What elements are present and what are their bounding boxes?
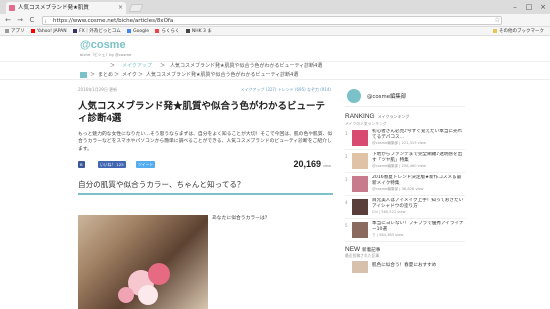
bookmark-star-icon[interactable]: ☆ — [494, 16, 500, 24]
nhk-icon — [185, 28, 190, 33]
photo-caption: あなたに似合うカラーは？ — [212, 216, 270, 221]
editor-card[interactable]: @cosme編集部 — [345, 87, 465, 107]
ranking-item[interactable]: 5 本当にヨレない！プチプラで優秀アイライナー10選 ク | 584,383 v… — [345, 219, 465, 242]
folder-icon — [493, 28, 497, 33]
article: 2016年1月29日 更新 メイクアップ (327) トレンド (695) なぞ… — [78, 87, 333, 196]
reload-button[interactable]: C — [27, 15, 37, 25]
nav-current: 人気コスメブランド発★肌質や似合う色がわかるビューティ診断4選 — [170, 63, 323, 69]
yahoo-icon — [30, 28, 35, 33]
site-header: @cosme biche（ビシェ）by @cosme — [0, 36, 550, 62]
crumb-matome[interactable]: まとめ — [98, 71, 113, 80]
article-photo — [78, 215, 208, 309]
ranking-thumbnail — [352, 199, 368, 215]
avatar — [347, 89, 361, 103]
url-text: https://www.cosme.net/biche/articles/8xO… — [53, 18, 174, 24]
info-icon[interactable]: i — [45, 18, 46, 26]
bookmark-google[interactable]: Google — [127, 27, 149, 36]
bookmark-rakuraku[interactable]: らくらく — [155, 27, 179, 36]
browser-tab[interactable]: 人気コスメブランド発★肌質 × — [6, 2, 126, 14]
crumb-current: 人気コスメブランド発★肌質や似合う色がわかるビューティ診断4選 — [146, 72, 299, 78]
nav-category-link[interactable]: メイクアップ — [122, 62, 152, 71]
facebook-like-button[interactable]: いいね！ 125 — [98, 161, 126, 169]
new-article-thumbnail — [352, 261, 368, 273]
other-bookmarks[interactable]: その他のブックマーク — [493, 27, 544, 36]
new-articles-subtitle: 最近投稿された記事 — [345, 253, 380, 258]
google-icon — [127, 28, 132, 33]
bookmark-yahoo[interactable]: Yahoo! JAPAN — [30, 27, 67, 36]
section-heading: 自分の肌質や似合うカラー、ちゃんと知ってる？ — [78, 179, 333, 196]
ranking-thumbnail — [352, 176, 368, 192]
share-row: B いいね！ 125 ツイート 20,169 view — [78, 159, 333, 171]
fx-icon — [73, 28, 78, 33]
ranking-item[interactable]: 2 下地からファンデまで完全網羅♪透明感を出す「ツヤ肌」特集 @cosme編集部… — [345, 150, 465, 173]
rakuraku-icon — [155, 28, 160, 33]
article-tags[interactable]: メイクアップ (327) トレンド (695) なぞ力 (914) — [240, 87, 331, 93]
apps-icon — [5, 28, 9, 33]
breadcrumb: ＞ まとめ ＞ メイク ＞ 人気コスメブランド発★肌質や似合う色がわかるビューテ… — [0, 71, 550, 80]
ranking-thumbnail — [352, 222, 368, 238]
bookmark-apps[interactable]: アプリ — [5, 27, 25, 36]
editor-name: @cosme編集部 — [367, 94, 407, 100]
ranking-item[interactable]: 1 初心者さん必見♪今すぐ覚えたい本当に売れてるデパコス… @cosme編集部 … — [345, 127, 465, 150]
sidebar: @cosme編集部 RANKING メイクランキング メイクの人気ランキング 1 … — [345, 87, 465, 273]
article-meta: 2016年1月29日 更新 メイクアップ (327) トレンド (695) なぞ… — [78, 87, 333, 94]
article-title: 人気コスメブランド発★肌質や似合う色がわかるビューティ診断4選 — [78, 101, 326, 124]
category-nav: ＞ メイクアップ ＞ 人気コスメブランド発★肌質や似合う色がわかるビューティ診断… — [0, 62, 550, 71]
tab-title: 人気コスメブランド発★肌質 — [18, 5, 89, 11]
maximize-button[interactable]: □ — [522, 0, 536, 14]
hatena-button[interactable]: B — [78, 161, 85, 169]
new-articles-heading: NEW 新着記事 — [345, 246, 381, 253]
crumb-sep: ＞ — [114, 72, 120, 78]
ranking-thumbnail — [352, 130, 368, 146]
new-tab-button[interactable] — [128, 4, 144, 12]
address-bar-row: ← → C i https://www.cosme.net/biche/arti… — [0, 14, 550, 27]
nav-sep: ＞ — [110, 63, 116, 69]
article-date: 2016年1月29日 更新 — [78, 87, 118, 92]
new-article-item[interactable]: 肌色に似合う！春夏におすすめ — [345, 261, 465, 273]
tweet-button[interactable]: ツイート — [136, 161, 156, 169]
browser-tab-strip: 人気コスメブランド発★肌質 × – □ × — [0, 0, 550, 14]
crumb-make[interactable]: メイク — [122, 71, 137, 80]
url-input[interactable]: i https://www.cosme.net/biche/articles/8… — [42, 16, 502, 25]
home-icon[interactable] — [80, 72, 87, 78]
nav-sep: ＞ — [160, 63, 166, 69]
minimize-button[interactable]: – — [508, 0, 522, 14]
back-button[interactable]: ← — [3, 15, 13, 25]
cosme-logo[interactable]: @cosme — [80, 39, 126, 51]
ranking-heading: RANKING メイクランキング — [345, 113, 410, 120]
close-window-button[interactable]: × — [536, 0, 550, 14]
view-count: 20,169 view — [293, 159, 331, 170]
ranking-item[interactable]: 4 目元美人はアイメイク上手！知っておきたいアイシャドウの塗り方 Chi | 5… — [345, 196, 465, 219]
tab-close-icon[interactable]: × — [118, 2, 123, 14]
logo-subtitle: biche（ビシェ）by @cosme — [80, 52, 132, 57]
forward-button[interactable]: → — [15, 15, 25, 25]
favicon-icon — [9, 5, 15, 11]
bookmark-fx[interactable]: FX｜外為どっとコム — [73, 27, 121, 36]
bookmarks-bar: アプリ Yahoo! JAPAN FX｜外為どっとコム Google らくらく … — [0, 27, 550, 36]
article-lead: もっと魅力的な女性になりたい…そう思うならまずは、自分をよく知ることが大切！そこ… — [78, 132, 333, 152]
ranking-item[interactable]: 3 2016春夏トレンド決定版★新作コスメ＆最新メイク特集 @cosme編集部 … — [345, 173, 465, 196]
crumb-sep: ＞ — [138, 72, 144, 78]
ranking-thumbnail — [352, 153, 368, 169]
crumb-sep: ＞ — [90, 72, 96, 78]
bookmark-nhk[interactable]: NHK 3 ま — [185, 27, 212, 36]
